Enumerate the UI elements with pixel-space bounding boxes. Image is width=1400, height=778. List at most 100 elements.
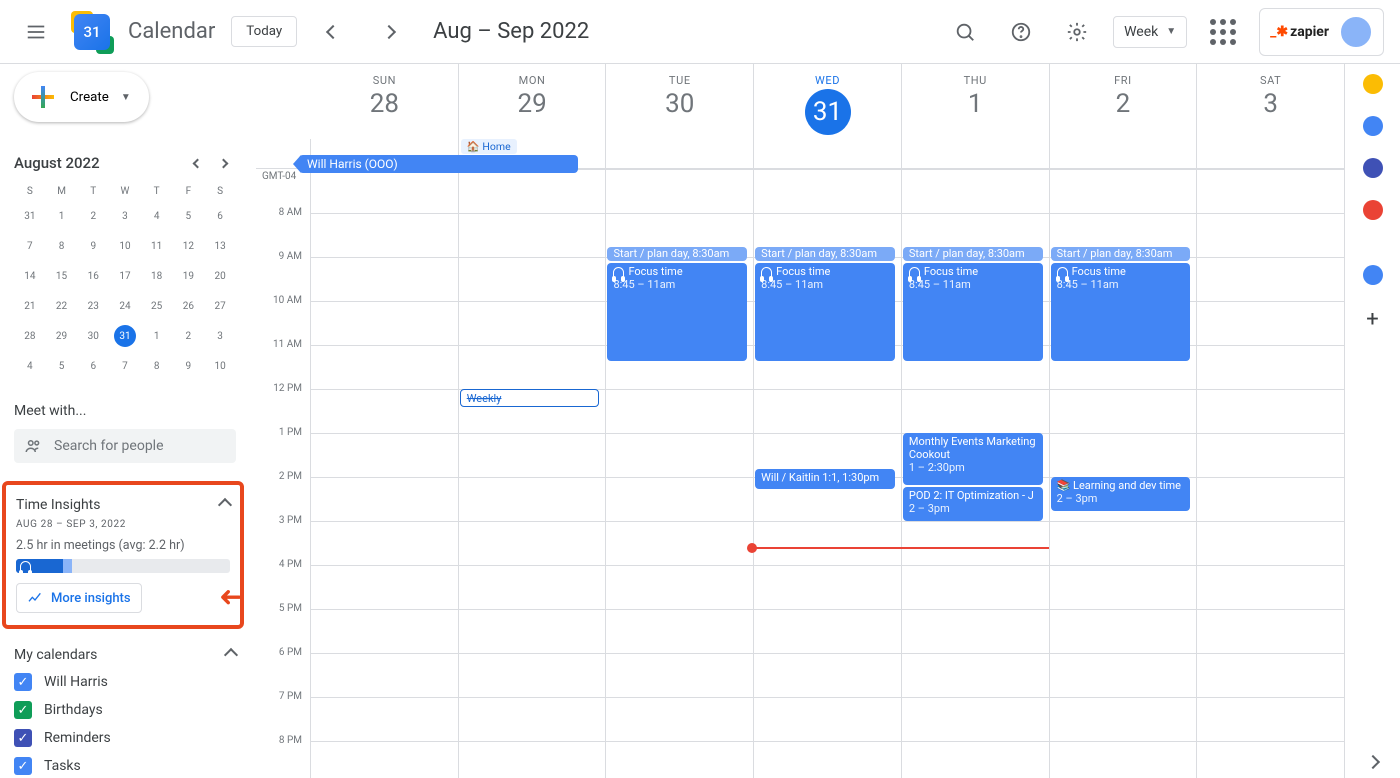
google-apps-icon[interactable] [1203, 12, 1243, 52]
time-slot[interactable] [310, 169, 458, 213]
time-slot[interactable] [605, 169, 753, 213]
mini-day[interactable]: 10 [204, 351, 236, 381]
settings-icon[interactable] [1057, 12, 1097, 52]
mini-day[interactable]: 5 [173, 201, 205, 231]
time-slot[interactable] [605, 741, 753, 778]
mini-day[interactable]: 5 [46, 351, 78, 381]
time-slot[interactable] [1196, 345, 1344, 389]
day-header[interactable]: WED31 [753, 64, 901, 139]
time-slot[interactable] [1196, 565, 1344, 609]
time-slot[interactable] [901, 697, 1049, 741]
day-header[interactable]: THU1 [901, 64, 1049, 139]
maps-icon[interactable] [1363, 200, 1383, 220]
zapier-extension-button[interactable]: _✱zapier [1259, 8, 1384, 56]
mini-day[interactable]: 3 [204, 321, 236, 351]
mini-day[interactable]: 14 [14, 261, 46, 291]
chevron-up-icon[interactable] [224, 648, 238, 662]
time-slot[interactable] [605, 389, 753, 433]
time-slot[interactable] [1049, 653, 1197, 697]
time-slot[interactable] [1049, 433, 1197, 477]
search-people-input[interactable]: Search for people [14, 429, 236, 463]
mini-day[interactable]: 22 [46, 291, 78, 321]
time-slot[interactable] [753, 565, 901, 609]
time-slot[interactable] [605, 697, 753, 741]
time-slot[interactable] [458, 301, 606, 345]
time-slot[interactable] [901, 741, 1049, 778]
time-slot[interactable] [1049, 697, 1197, 741]
mini-day[interactable]: 26 [173, 291, 205, 321]
mini-day[interactable]: 1 [46, 201, 78, 231]
time-slot[interactable] [310, 565, 458, 609]
calendar-scroll[interactable]: GMT-04 8 AM9 AM10 AM11 AM12 PM1 PM2 PM3 … [256, 169, 1344, 778]
tasks-icon[interactable] [1363, 116, 1383, 136]
time-slot[interactable] [1196, 301, 1344, 345]
mini-day[interactable]: 7 [109, 351, 141, 381]
hide-sidepanel-icon[interactable] [1357, 746, 1389, 778]
time-slot[interactable] [605, 433, 753, 477]
time-slot[interactable] [458, 213, 606, 257]
time-slot[interactable] [753, 521, 901, 565]
time-slot[interactable] [1196, 609, 1344, 653]
mini-day[interactable]: 24 [109, 291, 141, 321]
next-period-button[interactable] [369, 12, 409, 52]
mini-day[interactable]: 31 [109, 321, 141, 351]
time-slot[interactable] [1049, 521, 1197, 565]
time-slot[interactable] [753, 653, 901, 697]
mini-day[interactable]: 8 [46, 231, 78, 261]
time-slot[interactable] [1196, 521, 1344, 565]
time-slot[interactable] [310, 433, 458, 477]
day-header[interactable]: SAT3 [1196, 64, 1344, 139]
mini-day[interactable]: 1 [141, 321, 173, 351]
mini-day[interactable]: 21 [14, 291, 46, 321]
mini-day[interactable]: 20 [204, 261, 236, 291]
time-slot[interactable] [458, 741, 606, 778]
mini-day[interactable]: 31 [14, 201, 46, 231]
event[interactable]: Focus time8:45 – 11am [755, 263, 895, 361]
get-addons-icon[interactable]: + [1366, 307, 1378, 332]
time-slot[interactable] [1049, 741, 1197, 778]
chevron-up-icon[interactable] [218, 498, 232, 512]
time-slot[interactable] [310, 477, 458, 521]
time-slot[interactable] [310, 345, 458, 389]
time-slot[interactable] [1196, 433, 1344, 477]
avatar[interactable] [1339, 15, 1373, 49]
time-slot[interactable] [605, 521, 753, 565]
time-slot[interactable] [901, 521, 1049, 565]
mini-day[interactable]: 28 [14, 321, 46, 351]
time-slot[interactable] [458, 609, 606, 653]
mini-day[interactable]: 30 [77, 321, 109, 351]
day-header[interactable]: TUE30 [605, 64, 753, 139]
time-slot[interactable] [901, 389, 1049, 433]
mini-day[interactable]: 4 [14, 351, 46, 381]
time-slot[interactable] [458, 169, 606, 213]
time-slot[interactable] [901, 609, 1049, 653]
mini-day[interactable]: 17 [109, 261, 141, 291]
time-slot[interactable] [1196, 741, 1344, 778]
checkbox-icon[interactable]: ✓ [14, 673, 32, 691]
event[interactable]: Will / Kaitlin 1:1, 1:30pm [755, 469, 895, 489]
main-menu-icon[interactable] [16, 12, 56, 52]
allday-slot[interactable] [1049, 139, 1197, 168]
allday-slot[interactable] [1196, 139, 1344, 168]
time-slot[interactable] [605, 653, 753, 697]
view-dropdown[interactable]: Week ▼ [1113, 16, 1187, 48]
day-header[interactable]: SUN28 [311, 64, 458, 139]
time-insights-title[interactable]: Time Insights [16, 497, 100, 513]
time-slot[interactable] [310, 697, 458, 741]
event[interactable]: Monthly Events Marketing Cookout1 – 2:30… [903, 433, 1043, 485]
mini-day[interactable]: 16 [77, 261, 109, 291]
calendar-item[interactable]: ✓Reminders [14, 729, 236, 747]
home-chip[interactable]: 🏠 Home [461, 139, 517, 154]
mini-day[interactable]: 3 [109, 201, 141, 231]
ooo-event[interactable]: Will Harris (OOO) [299, 155, 578, 173]
mini-day[interactable]: 10 [109, 231, 141, 261]
mini-day[interactable]: 6 [77, 351, 109, 381]
event[interactable]: Start / plan day, 8:30am [755, 247, 895, 261]
create-button[interactable]: Create ▼ [14, 72, 149, 122]
time-slot[interactable] [605, 477, 753, 521]
allday-slot[interactable] [605, 139, 753, 168]
time-slot[interactable] [753, 389, 901, 433]
event[interactable]: Start / plan day, 8:30am [607, 247, 747, 261]
time-slot[interactable] [901, 565, 1049, 609]
time-slot[interactable] [458, 565, 606, 609]
